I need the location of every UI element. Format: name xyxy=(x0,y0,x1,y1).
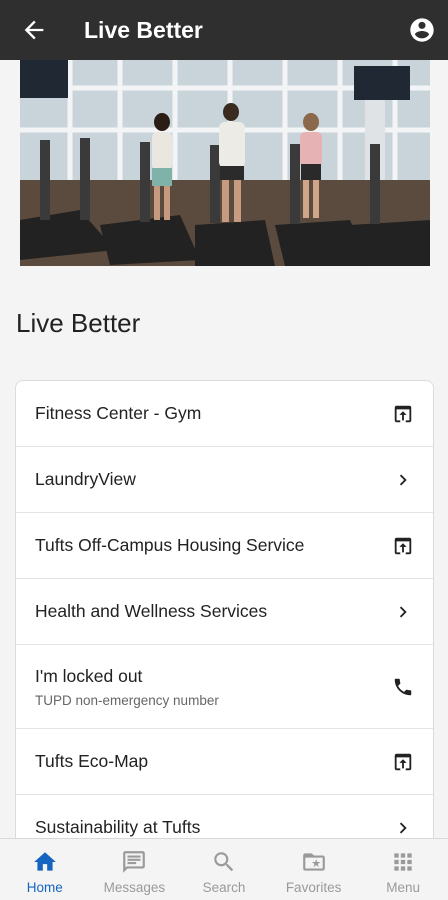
tab-messages[interactable]: Messages xyxy=(90,839,180,900)
back-button[interactable] xyxy=(6,0,62,60)
chevron-right-icon xyxy=(391,816,415,839)
account-button[interactable] xyxy=(396,0,448,60)
open-external-icon xyxy=(391,534,415,558)
list-item-fitness-center[interactable]: Fitness Center - Gym xyxy=(16,381,433,447)
page-title: Live Better xyxy=(16,308,141,338)
favorites-folder-icon xyxy=(302,853,325,871)
message-icon xyxy=(123,851,146,873)
open-external-icon xyxy=(391,750,415,774)
tab-label: Home xyxy=(26,880,63,895)
app-bar-title: Live Better xyxy=(84,16,203,43)
tab-search[interactable]: Search xyxy=(179,839,269,900)
tab-label: Search xyxy=(202,880,246,895)
list-item-label: Sustainability at Tufts xyxy=(35,817,201,837)
tab-label: Favorites xyxy=(285,880,342,895)
home-icon xyxy=(33,852,56,871)
list-item-health-wellness[interactable]: Health and Wellness Services xyxy=(16,579,433,645)
list-item-sublabel: TUPD non-emergency number xyxy=(35,692,219,708)
phone-icon xyxy=(391,675,415,699)
list-item-eco-map[interactable]: Tufts Eco-Map xyxy=(16,729,433,795)
tab-home[interactable]: Home xyxy=(0,839,90,900)
bottom-navigation: Home Messages Search Favorites Menu xyxy=(0,838,448,900)
list-item-off-campus-housing[interactable]: Tufts Off-Campus Housing Service xyxy=(16,513,433,579)
list-item-label: Health and Wellness Services xyxy=(35,601,268,621)
account-circle-icon xyxy=(410,18,434,42)
list-item-laundryview[interactable]: LaundryView xyxy=(16,447,433,513)
list-item-label: Tufts Off-Campus Housing Service xyxy=(35,535,305,555)
list-item-locked-out[interactable]: I'm locked out TUPD non-emergency number xyxy=(16,645,433,729)
list-item-sustainability[interactable]: Sustainability at Tufts xyxy=(16,795,433,838)
tab-favorites[interactable]: Favorites xyxy=(269,839,359,900)
list-item-label: LaundryView xyxy=(35,469,136,489)
chevron-right-icon xyxy=(391,468,415,492)
tab-label: Messages xyxy=(103,880,166,895)
tab-label: Menu xyxy=(386,880,421,895)
app-bar: Live Better xyxy=(0,0,448,60)
list-item-label: Fitness Center - Gym xyxy=(35,403,202,423)
link-list: Fitness Center - Gym LaundryView Tufts O… xyxy=(15,380,434,838)
grid-menu-icon xyxy=(394,853,412,871)
hero-image xyxy=(20,60,430,266)
list-item-label: I'm locked out xyxy=(35,665,143,686)
arrow-back-icon xyxy=(24,20,44,40)
chevron-right-icon xyxy=(391,600,415,624)
gym-treadmill-photo xyxy=(20,60,430,266)
list-item-label: Tufts Eco-Map xyxy=(35,751,149,771)
tab-menu[interactable]: Menu xyxy=(358,839,448,900)
search-icon xyxy=(214,852,234,872)
link-card: Fitness Center - Gym LaundryView Tufts O… xyxy=(15,380,434,838)
open-external-icon xyxy=(391,402,415,426)
